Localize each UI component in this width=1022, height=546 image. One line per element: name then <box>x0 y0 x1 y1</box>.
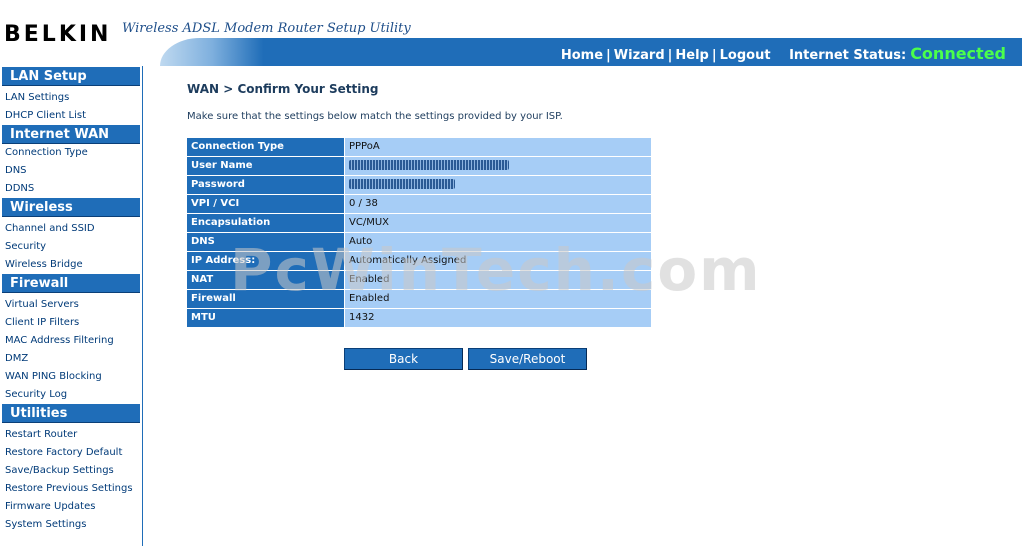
table-row: Encapsulation VC/MUX <box>187 214 651 233</box>
sidebar-item-restart-router[interactable]: Restart Router <box>0 426 142 444</box>
row-label: DNS <box>187 233 344 251</box>
page-intro: Make sure that the settings below match … <box>187 111 563 122</box>
main-content: WAN > Confirm Your Setting Make sure tha… <box>187 82 1022 542</box>
table-row: Connection Type PPPoA <box>187 138 651 157</box>
row-label: MTU <box>187 309 344 327</box>
nav-links: Home | Wizard | Help | Logout Internet Status:… <box>561 44 1006 63</box>
row-value: Auto <box>344 233 651 251</box>
sidebar-section-firewall[interactable]: Firewall <box>2 274 140 293</box>
row-label: VPI / VCI <box>187 195 344 213</box>
sidebar-item-connection-type[interactable]: Connection Type <box>0 144 142 162</box>
sidebar: LAN Setup LAN Settings DHCP Client List … <box>0 66 143 546</box>
sidebar-item-security[interactable]: Security <box>0 238 142 256</box>
row-value: 1432 <box>344 309 651 327</box>
row-value: 0 / 38 <box>344 195 651 213</box>
nav-help-link[interactable]: Help <box>675 48 708 63</box>
row-label: Encapsulation <box>187 214 344 232</box>
internet-status-label: Internet Status: <box>789 48 907 63</box>
row-value <box>344 176 651 194</box>
sidebar-item-wireless-bridge[interactable]: Wireless Bridge <box>0 256 142 274</box>
nav-separator: | <box>667 48 673 63</box>
sidebar-item-lan-settings[interactable]: LAN Settings <box>0 89 142 107</box>
nav-home-link[interactable]: Home <box>561 48 603 63</box>
row-label: NAT <box>187 271 344 289</box>
table-row: IP Address: Automatically Assigned <box>187 252 651 271</box>
sidebar-item-restore-factory-default[interactable]: Restore Factory Default <box>0 444 142 462</box>
nav-separator: | <box>606 48 611 63</box>
sidebar-item-save-backup-settings[interactable]: Save/Backup Settings <box>0 462 142 480</box>
sidebar-item-dmz[interactable]: DMZ <box>0 350 142 368</box>
sidebar-item-system-settings[interactable]: System Settings <box>0 516 142 534</box>
row-value: Enabled <box>344 290 651 308</box>
sidebar-item-client-ip-filters[interactable]: Client IP Filters <box>0 314 142 332</box>
masked-username <box>349 160 509 170</box>
row-label: IP Address: <box>187 252 344 270</box>
nav-logout-link[interactable]: Logout <box>720 48 771 63</box>
row-value: VC/MUX <box>344 214 651 232</box>
row-value <box>344 157 651 175</box>
belkin-logo: BELKIN <box>4 22 112 47</box>
sidebar-item-security-log[interactable]: Security Log <box>0 386 142 404</box>
settings-table: Connection Type PPPoA User Name Password… <box>187 138 651 328</box>
nav-wizard-link[interactable]: Wizard <box>614 48 665 63</box>
sidebar-item-dhcp-client-list[interactable]: DHCP Client List <box>0 107 142 125</box>
table-row: Firewall Enabled <box>187 290 651 309</box>
table-row: NAT Enabled <box>187 271 651 290</box>
sidebar-item-restore-previous-settings[interactable]: Restore Previous Settings <box>0 480 142 498</box>
table-row: VPI / VCI 0 / 38 <box>187 195 651 214</box>
row-value: Automatically Assigned <box>344 252 651 270</box>
sidebar-item-mac-address-filtering[interactable]: MAC Address Filtering <box>0 332 142 350</box>
internet-status-value: Connected <box>910 44 1006 63</box>
table-row: Password <box>187 176 651 195</box>
row-value: Enabled <box>344 271 651 289</box>
back-button[interactable]: Back <box>344 348 463 370</box>
row-value: PPPoA <box>344 138 651 156</box>
row-label: Connection Type <box>187 138 344 156</box>
sidebar-section-lan-setup[interactable]: LAN Setup <box>2 67 140 86</box>
sidebar-section-utilities[interactable]: Utilities <box>2 404 140 423</box>
table-row: User Name <box>187 157 651 176</box>
table-row: DNS Auto <box>187 233 651 252</box>
row-label: Password <box>187 176 344 194</box>
app-subtitle: Wireless ADSL Modem Router Setup Utility <box>122 21 411 36</box>
sidebar-item-virtual-servers[interactable]: Virtual Servers <box>0 296 142 314</box>
sidebar-item-wan-ping-blocking[interactable]: WAN PING Blocking <box>0 368 142 386</box>
header: BELKIN Wireless ADSL Modem Router Setup … <box>0 0 1022 66</box>
page-title: WAN > Confirm Your Setting <box>187 82 379 96</box>
sidebar-item-ddns[interactable]: DDNS <box>0 180 142 198</box>
nav-separator: | <box>711 48 717 63</box>
sidebar-item-firmware-updates[interactable]: Firmware Updates <box>0 498 142 516</box>
sidebar-item-channel-ssid[interactable]: Channel and SSID <box>0 220 142 238</box>
sidebar-section-wireless[interactable]: Wireless <box>2 198 140 217</box>
sidebar-section-internet-wan[interactable]: Internet WAN <box>2 125 140 144</box>
row-label: Firewall <box>187 290 344 308</box>
table-row: MTU 1432 <box>187 309 651 328</box>
masked-password <box>349 179 455 189</box>
save-reboot-button[interactable]: Save/Reboot <box>468 348 587 370</box>
sidebar-item-dns[interactable]: DNS <box>0 162 142 180</box>
row-label: User Name <box>187 157 344 175</box>
